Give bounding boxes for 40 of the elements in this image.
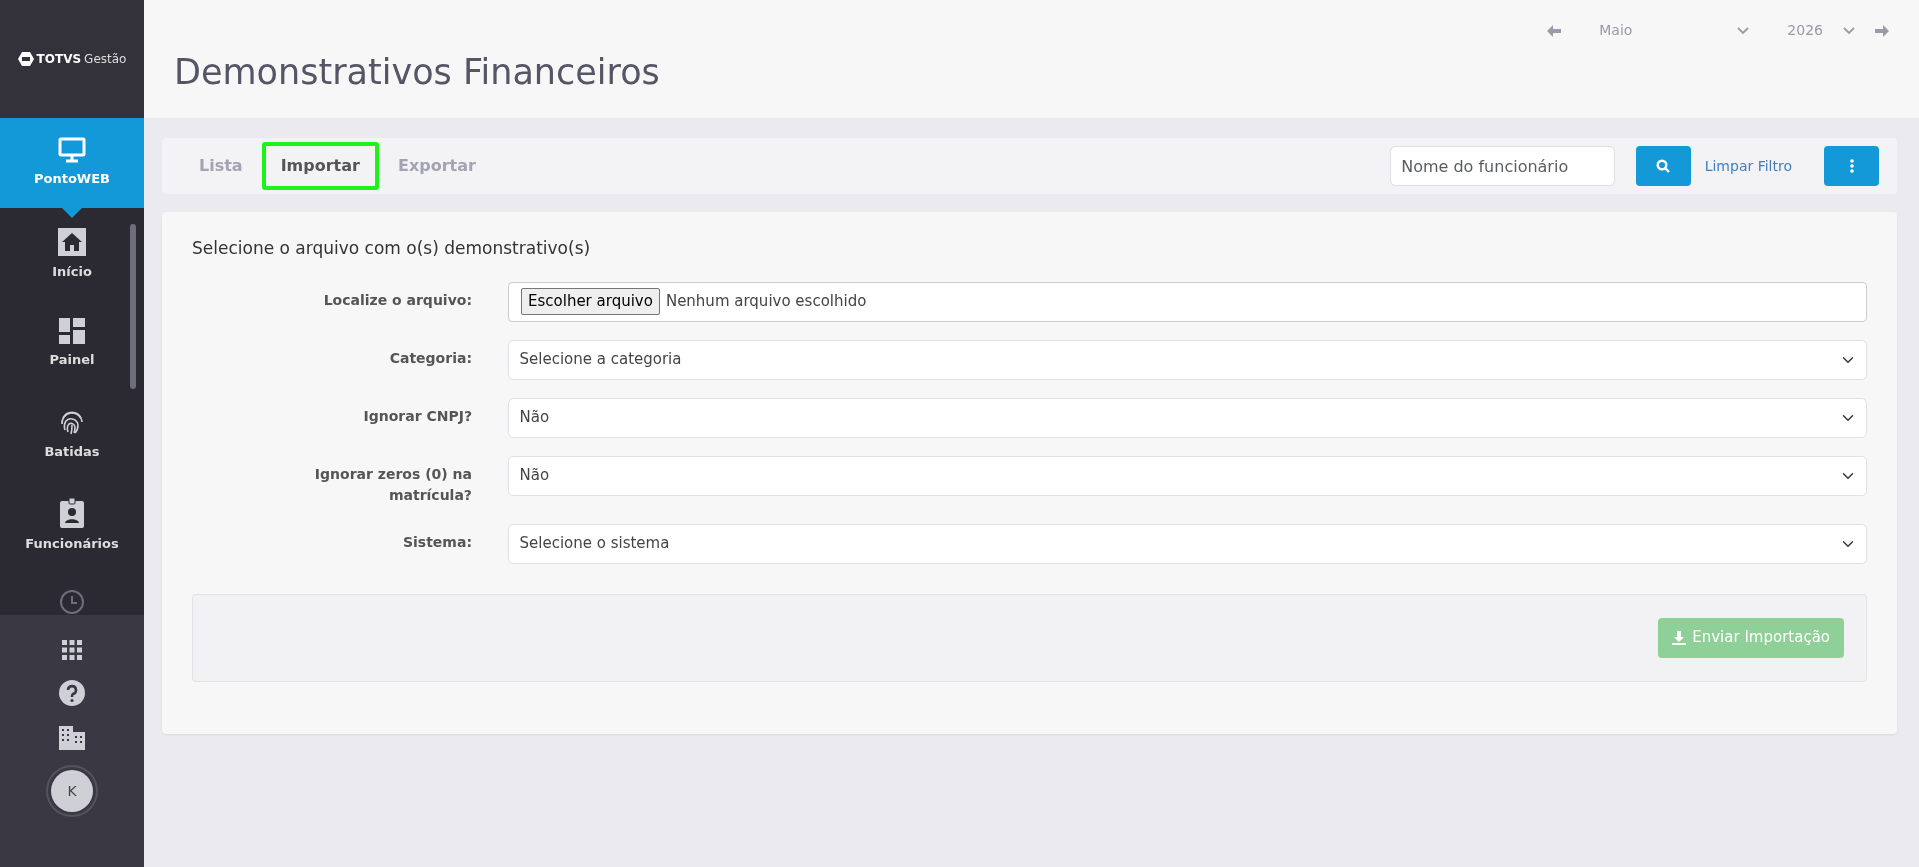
tab[interactable]: Importar (261, 142, 379, 190)
field-label: Categoria: (388, 348, 472, 368)
arrow-left-icon[interactable] (1547, 24, 1562, 37)
apps-grid-icon[interactable] (62, 640, 82, 660)
select-field[interactable]: Não (508, 455, 1867, 496)
select-field[interactable]: Selecione a categoria (508, 339, 1867, 380)
sidebar-item[interactable]: Painel (0, 318, 144, 408)
chevron-down-icon (1737, 26, 1750, 35)
file-input[interactable]: Escolher arquivo Nenhum arquivo escolhido (508, 281, 1867, 322)
form-heading: Selecione o arquivo com o(s) demonstrativo(s) (192, 237, 592, 260)
field-label: Sistema: (401, 532, 472, 552)
id-badge-icon (60, 498, 84, 528)
chevron-down-icon (1843, 26, 1855, 35)
search-icon (1656, 159, 1671, 173)
monitor-icon (58, 137, 86, 164)
logo-brand: TOTVS (36, 51, 82, 68)
help-icon[interactable] (59, 680, 85, 706)
building-icon[interactable] (59, 726, 85, 750)
select-field[interactable]: Selecione o sistema (508, 523, 1867, 564)
field-label: Localize o arquivo: (322, 290, 472, 310)
sidebar-item[interactable]: Batidas (0, 408, 144, 498)
sidebar-item[interactable]: Funcionários (0, 498, 144, 588)
download-icon (1672, 630, 1687, 645)
select-field[interactable]: Não (508, 397, 1867, 438)
home-icon (58, 228, 86, 256)
more-options-button[interactable] (1824, 146, 1879, 186)
dashboard-icon (59, 318, 85, 344)
scrollbar[interactable] (130, 224, 136, 389)
clock-icon[interactable] (58, 588, 86, 615)
clear-filter-link[interactable]: Limpar Filtro (1704, 155, 1792, 177)
field-label: Ignorar CNPJ? (362, 406, 472, 426)
kebab-menu-icon (1849, 159, 1854, 173)
search-button[interactable] (1635, 146, 1691, 186)
field-label: Ignorar zeros (0) na matrícula? (313, 464, 472, 505)
arrow-right-icon[interactable] (1875, 24, 1889, 37)
page-title: Demonstrativos Financeiros (174, 51, 661, 93)
sidebar-item[interactable]: Início (0, 228, 144, 318)
logo-icon (17, 51, 34, 67)
logo-product: Gestão (84, 51, 127, 68)
name-search-field[interactable]: Nome do funcionário (1389, 146, 1615, 186)
